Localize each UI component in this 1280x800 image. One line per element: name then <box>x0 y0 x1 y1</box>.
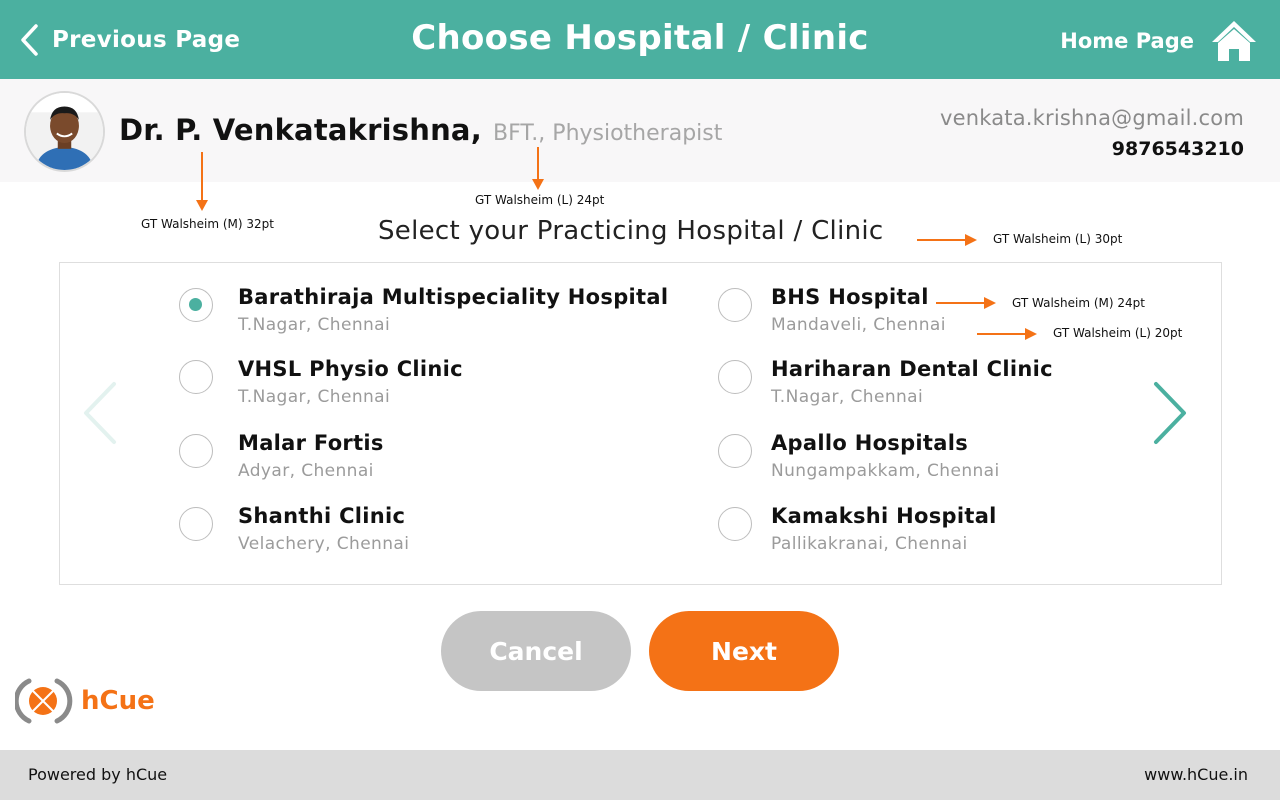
hospital-option[interactable]: Apallo Hospitals Nungampakkam, Chennai <box>718 431 1000 481</box>
powered-by-text: Powered by hCue <box>28 765 168 784</box>
hospital-option[interactable]: BHS Hospital Mandaveli, Chennai <box>718 285 946 335</box>
annotation-arrow-right-option-name <box>936 297 996 309</box>
hospital-name: Hariharan Dental Clinic <box>771 357 1053 381</box>
hospital-name: Malar Fortis <box>238 431 384 455</box>
hospital-location: Pallikakranai, Chennai <box>771 534 968 554</box>
hospital-name: Barathiraja Multispeciality Hospital <box>238 285 669 309</box>
chevron-left-icon <box>21 24 38 56</box>
previous-set-button[interactable] <box>80 380 120 446</box>
annotation-arrow-right-subtitle <box>917 234 977 246</box>
radio-button[interactable] <box>718 434 752 468</box>
doctor-phone: 9876543210 <box>1111 138 1244 160</box>
annotation-option-name-font: GT Walsheim (M) 24pt <box>1012 296 1146 310</box>
chevron-right-icon <box>1154 382 1186 444</box>
home-page-button[interactable]: Home Page <box>1060 18 1258 64</box>
home-page-label: Home Page <box>1060 29 1194 53</box>
doctor-email: venkata.krishna@gmail.com <box>939 106 1244 130</box>
hospital-name: Kamakshi Hospital <box>771 504 997 528</box>
hcue-logo: hCue <box>15 675 155 727</box>
doctor-profile-strip: Dr. P. Venkatakrishna, BFT., Physiothera… <box>0 79 1280 182</box>
hospital-location: Mandaveli, Chennai <box>771 315 946 335</box>
chevron-left-icon <box>84 382 116 444</box>
select-subtitle: Select your Practicing Hospital / Clinic <box>378 216 884 246</box>
hospital-location: T.Nagar, Chennai <box>771 387 924 407</box>
hospital-name: VHSL Physio Clinic <box>238 357 463 381</box>
radio-button[interactable] <box>179 507 213 541</box>
previous-page-label: Previous Page <box>52 27 241 53</box>
hospital-option[interactable]: VHSL Physio Clinic T.Nagar, Chennai <box>179 357 463 407</box>
hospital-location: T.Nagar, Chennai <box>238 387 391 407</box>
hospital-option[interactable]: Malar Fortis Adyar, Chennai <box>179 431 384 481</box>
doctor-name: Dr. P. Venkatakrishna, <box>119 113 482 147</box>
footer: Powered by hCue www.hCue.in <box>0 750 1280 800</box>
hospital-location: T.Nagar, Chennai <box>238 315 391 335</box>
hospital-name: BHS Hospital <box>771 285 929 309</box>
home-icon <box>1212 21 1256 61</box>
hospital-location: Velachery, Chennai <box>238 534 410 554</box>
hospital-location: Nungampakkam, Chennai <box>771 461 1000 481</box>
next-button[interactable]: Next <box>649 611 839 691</box>
doctor-heading: Dr. P. Venkatakrishna, BFT., Physiothera… <box>119 113 722 147</box>
cancel-button[interactable]: Cancel <box>441 611 631 691</box>
radio-button[interactable] <box>179 360 213 394</box>
radio-button[interactable] <box>718 507 752 541</box>
radio-button[interactable] <box>179 434 213 468</box>
hospital-option[interactable]: Kamakshi Hospital Pallikakranai, Chennai <box>718 504 997 554</box>
doctor-qualification: BFT., <box>493 121 546 146</box>
annotation-option-location-font: GT Walsheim (L) 20pt <box>1053 326 1183 340</box>
doctor-specialty: Physiotherapist <box>552 121 723 146</box>
hcue-logo-icon <box>15 678 73 724</box>
radio-button[interactable] <box>718 360 752 394</box>
hcue-logo-text: hCue <box>81 686 155 716</box>
top-bar: Previous Page Choose Hospital / Clinic H… <box>0 0 1280 79</box>
annotation-name-font: GT Walsheim (M) 32pt <box>141 217 275 231</box>
previous-page-button[interactable]: Previous Page <box>18 20 240 60</box>
annotation-arrow-down-specialty <box>532 147 544 190</box>
website-link[interactable]: www.hCue.in <box>1144 765 1248 784</box>
hospital-option[interactable]: Hariharan Dental Clinic T.Nagar, Chennai <box>718 357 1053 407</box>
radio-button[interactable] <box>718 288 752 322</box>
annotation-arrow-down-name <box>196 152 208 211</box>
hospital-option[interactable]: Barathiraja Multispeciality Hospital T.N… <box>179 285 669 335</box>
next-set-button[interactable] <box>1150 380 1190 446</box>
annotation-arrow-right-option-location <box>977 328 1037 340</box>
hospital-option[interactable]: Shanthi Clinic Velachery, Chennai <box>179 504 410 554</box>
hospital-name: Apallo Hospitals <box>771 431 969 455</box>
radio-button-selected[interactable] <box>179 288 213 322</box>
hospital-location: Adyar, Chennai <box>238 461 374 481</box>
annotation-subtitle-font: GT Walsheim (L) 30pt <box>993 232 1123 246</box>
annotation-specialty-font: GT Walsheim (L) 24pt <box>475 193 605 207</box>
avatar <box>24 91 105 172</box>
hospital-name: Shanthi Clinic <box>238 504 406 528</box>
